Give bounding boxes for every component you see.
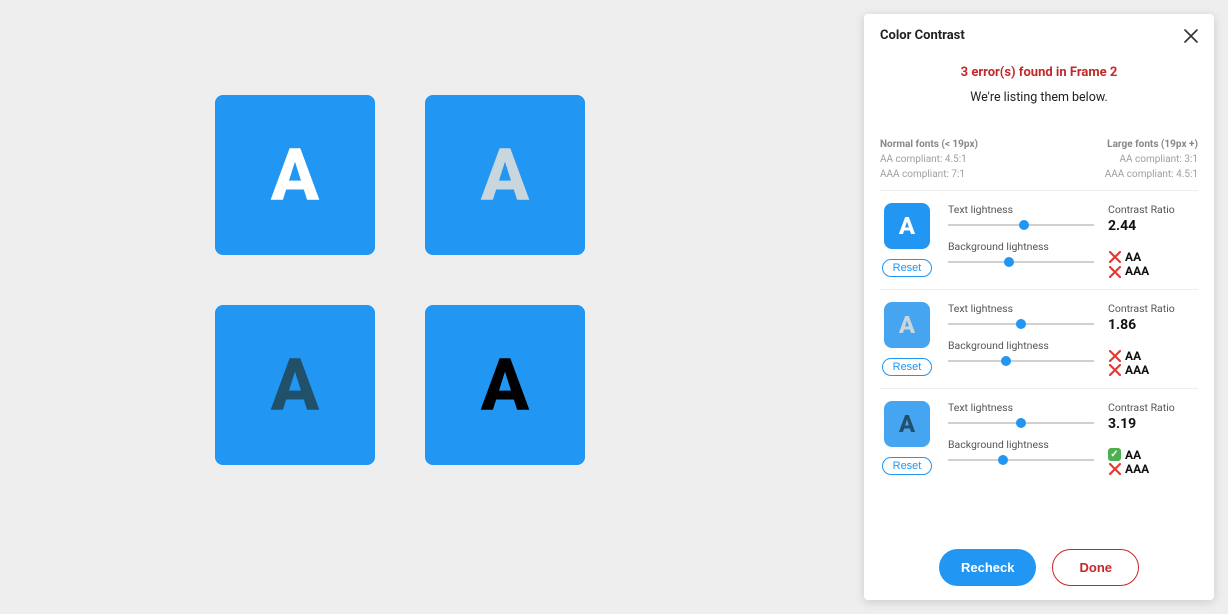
text-lightness-slider[interactable] [948, 317, 1094, 331]
text-lightness-slider[interactable] [948, 416, 1094, 430]
preview-swatch: A [884, 203, 930, 249]
cross-icon [1108, 265, 1121, 278]
text-lightness-slider[interactable] [948, 218, 1094, 232]
check-icon: ✓ [1108, 448, 1121, 461]
aaa-status: AAA [1108, 363, 1198, 377]
cross-icon [1108, 349, 1121, 362]
contrast-ratio-value: 1.86 [1108, 317, 1198, 333]
aa-status: AA [1108, 250, 1198, 264]
contrast-ratio-label: Contrast Ratio [1108, 203, 1198, 216]
panel-title: Color Contrast [880, 28, 965, 43]
reset-button[interactable]: Reset [882, 259, 933, 277]
aa-status: AA [1108, 349, 1198, 363]
reset-button[interactable]: Reset [882, 358, 933, 376]
cross-icon [1108, 463, 1121, 476]
contrast-ratio-value: 3.19 [1108, 416, 1198, 432]
compliance-legend: Normal fonts (< 19px) AA compliant: 4.5:… [880, 137, 1198, 182]
normal-aaa-text: AAA compliant: 7:1 [880, 167, 978, 182]
sample-tile-1[interactable]: A [215, 95, 375, 255]
bg-lightness-label: Background lightness [948, 438, 1094, 451]
normal-fonts-heading: Normal fonts (< 19px) [880, 137, 978, 152]
canvas-frame: A A A A [215, 95, 585, 465]
text-lightness-label: Text lightness [948, 401, 1094, 414]
cross-icon [1108, 251, 1121, 264]
bg-lightness-slider[interactable] [948, 453, 1094, 467]
preview-swatch: A [884, 401, 930, 447]
contrast-ratio-value: 2.44 [1108, 218, 1198, 234]
text-lightness-label: Text lightness [948, 302, 1094, 315]
aaa-status: AAA [1108, 264, 1198, 278]
done-button[interactable]: Done [1052, 549, 1139, 586]
cross-icon [1108, 364, 1121, 377]
aa-status: ✓AA [1108, 448, 1198, 462]
bg-lightness-label: Background lightness [948, 240, 1094, 253]
contrast-error-item: A Reset Text lightness Background lightness… [880, 388, 1198, 487]
error-summary: 3 error(s) found in Frame 2 [880, 65, 1198, 80]
preview-swatch: A [884, 302, 930, 348]
aaa-status: AAA [1108, 462, 1198, 476]
listing-subtitle: We're listing them below. [880, 90, 1198, 105]
large-aa-text: AA compliant: 3:1 [1105, 152, 1198, 167]
color-contrast-panel: Color Contrast 3 error(s) found in Frame… [864, 14, 1214, 600]
bg-lightness-slider[interactable] [948, 354, 1094, 368]
contrast-ratio-label: Contrast Ratio [1108, 401, 1198, 414]
sample-tile-2[interactable]: A [425, 95, 585, 255]
recheck-button[interactable]: Recheck [939, 549, 1036, 586]
contrast-ratio-label: Contrast Ratio [1108, 302, 1198, 315]
normal-aa-text: AA compliant: 4.5:1 [880, 152, 978, 167]
reset-button[interactable]: Reset [882, 457, 933, 475]
bg-lightness-label: Background lightness [948, 339, 1094, 352]
large-aaa-text: AAA compliant: 4.5:1 [1105, 167, 1198, 182]
contrast-error-item: A Reset Text lightness Background lightness… [880, 190, 1198, 289]
contrast-error-item: A Reset Text lightness Background lightness… [880, 289, 1198, 388]
close-icon[interactable] [1184, 29, 1198, 43]
sample-tile-3[interactable]: A [215, 305, 375, 465]
sample-tile-4[interactable]: A [425, 305, 585, 465]
bg-lightness-slider[interactable] [948, 255, 1094, 269]
text-lightness-label: Text lightness [948, 203, 1094, 216]
large-fonts-heading: Large fonts (19px +) [1105, 137, 1198, 152]
